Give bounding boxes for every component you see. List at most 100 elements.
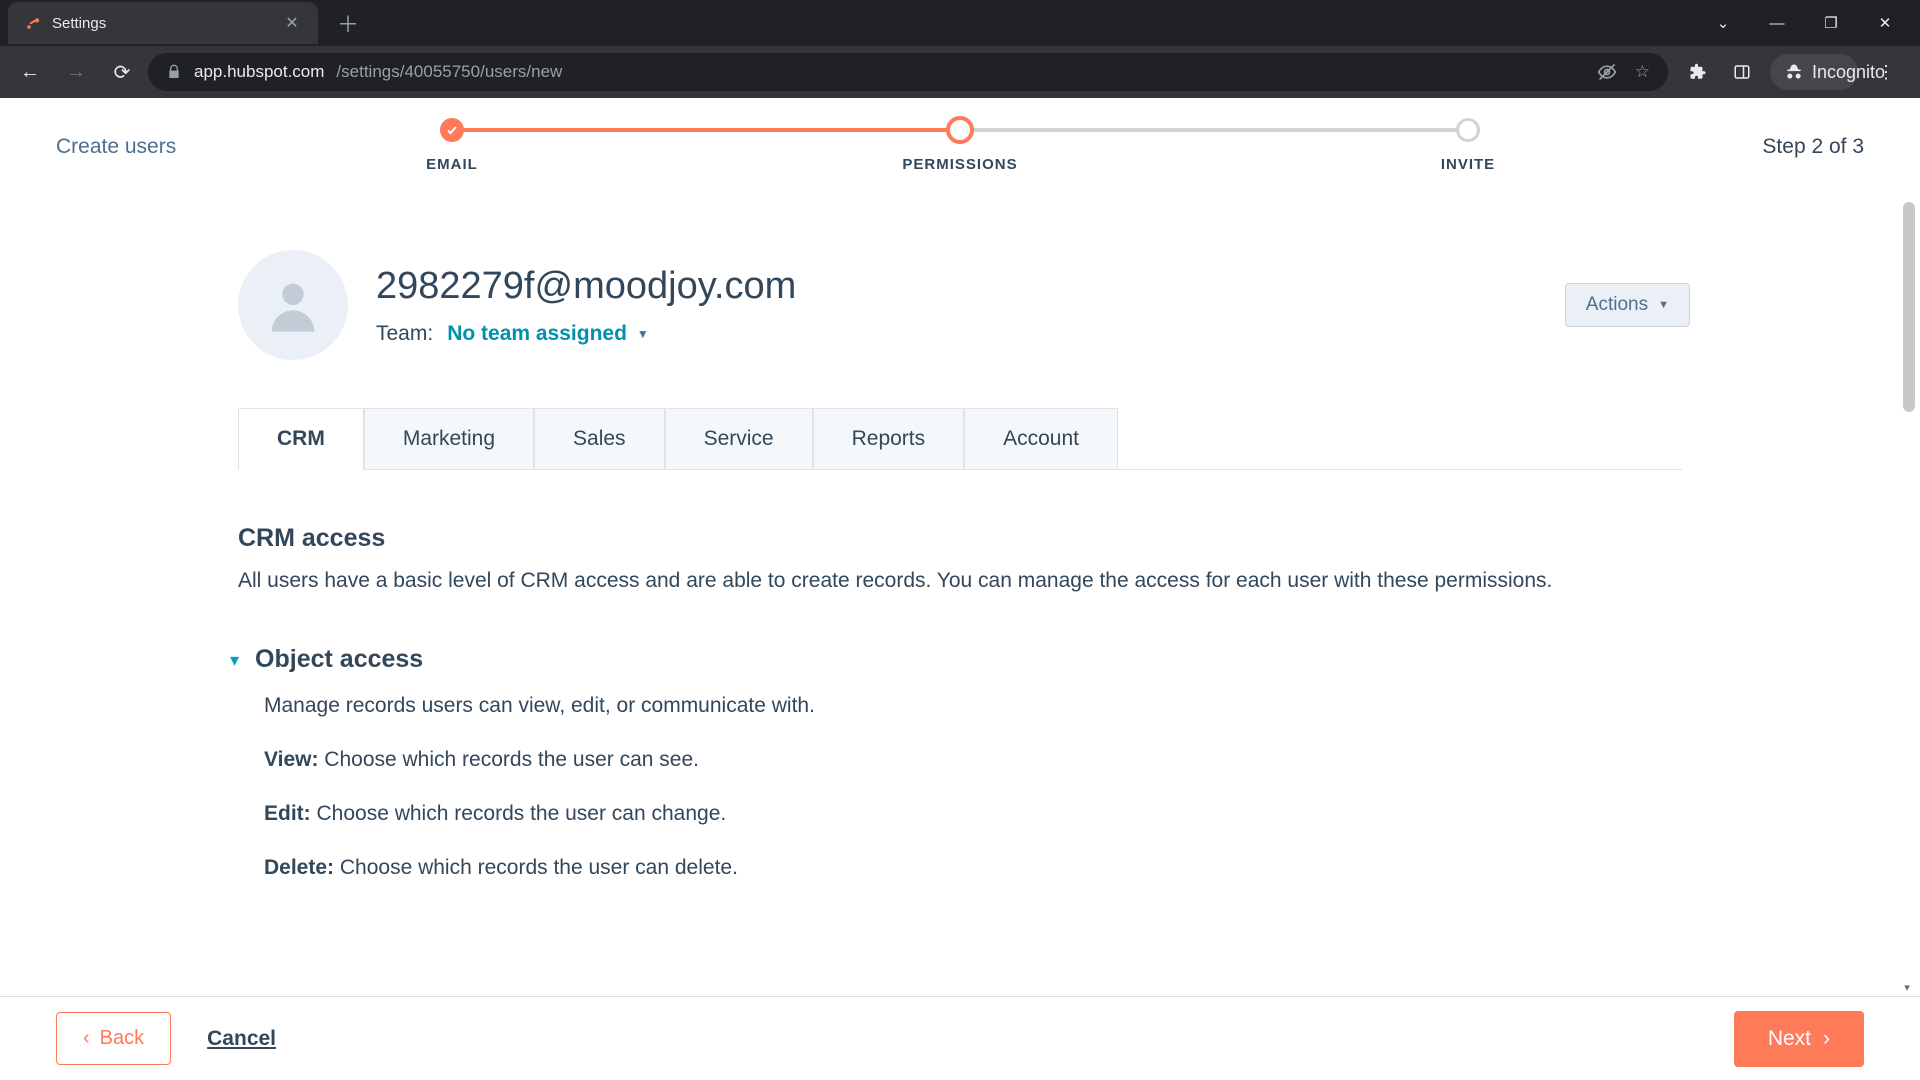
tab-reports[interactable]: Reports <box>813 408 965 469</box>
back-button[interactable]: ‹ Back <box>56 1012 171 1065</box>
browser-right-icons: Incognito ⋮ <box>1674 54 1910 90</box>
team-dropdown[interactable]: No team assigned ▼ <box>447 322 649 346</box>
team-row: Team: No team assigned ▼ <box>376 322 1537 346</box>
tab-marketing-label: Marketing <box>403 427 495 450</box>
step-node-email[interactable] <box>440 118 464 142</box>
tab-dropdown-icon[interactable]: ⌄ <box>1700 14 1746 32</box>
object-access-title: Object access <box>255 645 423 674</box>
crm-access-desc: All users have a basic level of CRM acce… <box>238 565 1682 597</box>
scrollbar-thumb[interactable] <box>1903 202 1915 412</box>
new-tab-button[interactable]: ＋ <box>330 7 366 39</box>
caret-down-icon: ▼ <box>1658 299 1669 311</box>
user-email: 2982279f@moodjoy.com <box>376 265 1537 308</box>
tab-strip: Settings ✕ ＋ ⌄ ― ❐ ✕ <box>0 0 1920 46</box>
step-label-permissions: PERMISSIONS <box>902 156 1017 173</box>
scrollbar[interactable]: ▴ ▾ <box>1900 196 1918 996</box>
browser-chrome: Settings ✕ ＋ ⌄ ― ❐ ✕ ← → ⟳ app.hubspot.c… <box>0 0 1920 98</box>
tab-marketing[interactable]: Marketing <box>364 408 534 469</box>
step-label-invite: INVITE <box>1441 156 1495 173</box>
perm-edit-text: Choose which records the user can change… <box>311 802 727 825</box>
cancel-label: Cancel <box>207 1027 276 1050</box>
incognito-indicator[interactable]: Incognito <box>1770 54 1858 90</box>
crm-access-section: CRM access All users have a basic level … <box>238 524 1682 597</box>
step-indicator: Step 2 of 3 <box>1762 135 1864 159</box>
back-icon[interactable]: ← <box>10 52 50 92</box>
wizard-footer: ‹ Back Cancel Next › <box>0 996 1920 1080</box>
tab-service-label: Service <box>704 427 774 450</box>
content-inner: 2982279f@moodjoy.com Team: No team assig… <box>230 196 1690 880</box>
window-controls: ⌄ ― ❐ ✕ <box>1700 14 1920 32</box>
stepper: EMAIL PERMISSIONS INVITE <box>440 106 1480 178</box>
address-bar[interactable]: app.hubspot.com/settings/40055750/users/… <box>148 53 1668 91</box>
close-icon[interactable]: ✕ <box>282 13 302 33</box>
star-icon[interactable]: ☆ <box>1635 62 1650 82</box>
extensions-icon[interactable] <box>1682 63 1714 81</box>
perm-view-label: View: <box>264 748 318 771</box>
chevron-down-icon: ▾ <box>230 650 239 671</box>
chevron-left-icon: ‹ <box>83 1027 90 1050</box>
tab-crm-label: CRM <box>277 427 325 450</box>
lock-icon <box>166 64 182 80</box>
incognito-icon <box>1784 62 1804 82</box>
maximize-icon[interactable]: ❐ <box>1808 14 1854 32</box>
tab-sales[interactable]: Sales <box>534 408 665 469</box>
next-button[interactable]: Next › <box>1734 1011 1864 1067</box>
object-access-desc: Manage records users can view, edit, or … <box>264 694 1690 718</box>
permission-tabs: CRM Marketing Sales Service Reports Acco… <box>238 408 1682 470</box>
minimize-icon[interactable]: ― <box>1754 15 1800 32</box>
cancel-button[interactable]: Cancel <box>207 1027 276 1051</box>
perm-delete-text: Choose which records the user can delete… <box>334 856 738 879</box>
url-host: app.hubspot.com <box>194 62 324 82</box>
tab-reports-label: Reports <box>852 427 926 450</box>
url-path: /settings/40055750/users/new <box>336 62 562 82</box>
content-viewport: 2982279f@moodjoy.com Team: No team assig… <box>0 196 1920 996</box>
tab-title: Settings <box>52 15 272 32</box>
tab-crm[interactable]: CRM <box>238 408 364 469</box>
perm-view-text: Choose which records the user can see. <box>318 748 699 771</box>
menu-icon[interactable]: ⋮ <box>1870 62 1902 83</box>
page-title: Create users <box>56 135 356 159</box>
team-label: Team: <box>376 322 433 346</box>
tab-account[interactable]: Account <box>964 408 1118 469</box>
avatar <box>238 250 348 360</box>
step-line-2 <box>960 128 1468 132</box>
hubspot-favicon <box>24 14 42 32</box>
user-info: 2982279f@moodjoy.com Team: No team assig… <box>376 265 1537 346</box>
user-header: 2982279f@moodjoy.com Team: No team assig… <box>238 250 1690 360</box>
perm-edit-label: Edit: <box>264 802 311 825</box>
next-button-label: Next <box>1768 1027 1811 1051</box>
perm-edit-line: Edit: Choose which records the user can … <box>264 802 1690 826</box>
perm-view-line: View: Choose which records the user can … <box>264 748 1690 772</box>
object-access-header[interactable]: ▾ Object access <box>230 645 1690 674</box>
crm-access-title: CRM access <box>238 524 1682 553</box>
sidepanel-icon[interactable] <box>1726 63 1758 81</box>
incognito-label: Incognito <box>1812 62 1844 83</box>
check-icon <box>446 124 458 136</box>
object-access-body: Manage records users can view, edit, or … <box>264 694 1690 880</box>
reload-icon[interactable]: ⟳ <box>102 52 142 92</box>
chevron-right-icon: › <box>1823 1027 1830 1051</box>
close-window-icon[interactable]: ✕ <box>1862 14 1908 32</box>
step-node-invite[interactable] <box>1456 118 1480 142</box>
step-node-permissions[interactable] <box>946 116 974 144</box>
object-access-section: ▾ Object access Manage records users can… <box>230 645 1690 880</box>
address-row: ← → ⟳ app.hubspot.com/settings/40055750/… <box>0 46 1920 98</box>
perm-delete-label: Delete: <box>264 856 334 879</box>
actions-button-label: Actions <box>1586 294 1648 316</box>
tab-account-label: Account <box>1003 427 1079 450</box>
perm-delete-line: Delete: Choose which records the user ca… <box>264 856 1690 880</box>
actions-button[interactable]: Actions ▼ <box>1565 283 1690 327</box>
avatar-placeholder-icon <box>261 273 325 337</box>
step-label-email: EMAIL <box>426 156 478 173</box>
tab-service[interactable]: Service <box>665 408 813 469</box>
forward-icon: → <box>56 52 96 92</box>
step-line-1 <box>452 128 960 132</box>
browser-tab[interactable]: Settings ✕ <box>8 2 318 44</box>
wizard-header: Create users EMAIL PERMISSIONS INVITE St… <box>0 98 1920 196</box>
back-button-label: Back <box>100 1027 144 1050</box>
eye-off-icon[interactable] <box>1597 62 1617 82</box>
team-value: No team assigned <box>447 322 627 346</box>
caret-down-icon: ▼ <box>637 327 649 341</box>
tab-sales-label: Sales <box>573 427 626 450</box>
scrollbar-down-icon[interactable]: ▾ <box>1898 978 1916 996</box>
